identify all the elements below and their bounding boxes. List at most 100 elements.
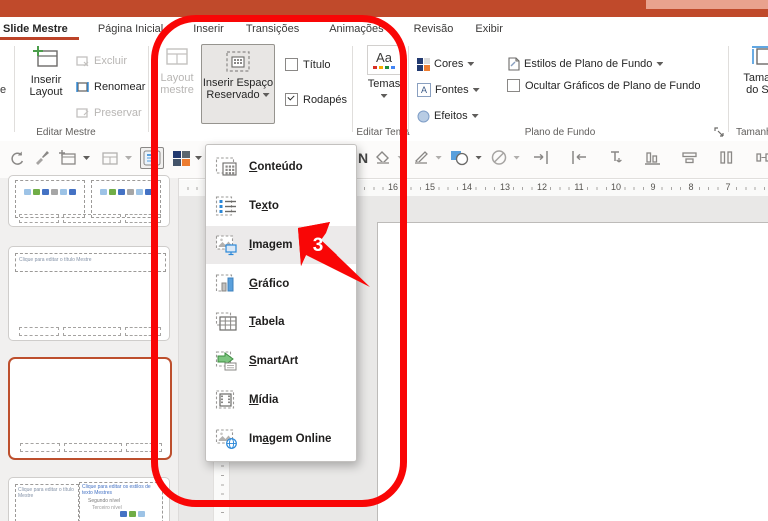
- efeitos-button[interactable]: Efeitos: [417, 105, 479, 127]
- line-color-icon[interactable]: [410, 148, 432, 168]
- temas-button[interactable]: Aa Temas: [362, 45, 406, 98]
- tamanho-slide-button[interactable]: Tamanho do Slide: [736, 45, 768, 96]
- shape-style-icon[interactable]: [448, 147, 472, 168]
- themes-aa-icon: Aa: [367, 45, 401, 75]
- inserir-espaco-reservado-button[interactable]: Inserir Espaço Reservado: [201, 44, 275, 124]
- rodapes-checkbox[interactable]: Rodapés: [285, 93, 347, 106]
- theme-swatch-icon[interactable]: [171, 149, 192, 168]
- menu-item-grafico[interactable]: Gráfico: [206, 264, 356, 303]
- table-placeholder-icon: [214, 310, 240, 334]
- group-label-plano-de-fundo: Plano de Fundo: [524, 127, 596, 138]
- tab-inserir[interactable]: Inserir: [182, 19, 235, 40]
- powerpoint-window: Slide Mestre Página Inicial Inserir Tran…: [0, 0, 768, 521]
- group-divider: [408, 46, 409, 132]
- format-painter-icon[interactable]: [31, 147, 53, 169]
- space-vertical-icon[interactable]: [715, 147, 738, 168]
- theme-effects-icon: [417, 110, 430, 123]
- thumbnail-blank-selected[interactable]: [8, 357, 172, 460]
- group-divider: [352, 46, 353, 132]
- chevron-down-icon: [656, 62, 664, 66]
- preserve-pin-icon: [76, 107, 90, 119]
- rename-icon: [76, 81, 90, 93]
- chevron-down-icon[interactable]: [397, 155, 405, 160]
- online-image-placeholder-icon: [214, 427, 240, 451]
- thumbnail-title-layout[interactable]: Clique para editar o título Mestre: [8, 246, 170, 341]
- fill-color-icon[interactable]: [372, 148, 394, 168]
- master-layout-icon: [163, 45, 191, 69]
- title-bar: [0, 0, 768, 17]
- titulo-checkbox[interactable]: Título: [285, 58, 331, 71]
- preservar-button: Preservar: [76, 102, 142, 124]
- chevron-down-icon: [471, 114, 479, 118]
- menu-item-tabela[interactable]: Tabela: [206, 303, 356, 342]
- content-placeholder-icon: [214, 155, 240, 179]
- checkbox-unchecked-icon: [285, 58, 298, 71]
- align-bottom-icon[interactable]: [641, 147, 664, 168]
- inserir-layout-button[interactable]: Inserir Layout: [20, 45, 72, 98]
- smartart-placeholder-icon: [214, 349, 240, 373]
- menu-item-imagem-online[interactable]: Imagem Online: [206, 419, 356, 458]
- menu-item-imagem[interactable]: Imagem: [206, 225, 356, 265]
- menu-item-texto[interactable]: Texto: [206, 187, 356, 226]
- chevron-down-icon[interactable]: [125, 156, 132, 160]
- ocultar-graficos-checkbox[interactable]: Ocultar Gráficos de Plano de Fundo: [507, 79, 700, 92]
- indent-decrease-icon[interactable]: [567, 147, 590, 168]
- view-mode-icon[interactable]: [140, 147, 164, 169]
- clipped-button-text: e: [0, 84, 7, 96]
- chevron-down-icon[interactable]: [435, 155, 443, 160]
- slide-canvas[interactable]: [377, 222, 768, 521]
- ribbon-tab-bar: Slide Mestre Página Inicial Inserir Tran…: [0, 17, 768, 42]
- background-styles-icon: [507, 57, 520, 71]
- tab-transicoes[interactable]: Transições: [235, 19, 310, 40]
- center-horizontal-icon[interactable]: [678, 147, 701, 168]
- titlebar-notch: [646, 0, 768, 9]
- cores-button[interactable]: Cores: [417, 53, 475, 75]
- tab-pagina-inicial[interactable]: Página Inicial: [87, 19, 174, 40]
- layout-mestre-button: Layout mestre: [154, 45, 200, 96]
- layout-icon[interactable]: [98, 147, 122, 169]
- delete-icon: [76, 55, 90, 67]
- tab-exibir[interactable]: Exibir: [464, 19, 514, 40]
- group-divider: [728, 46, 729, 132]
- tab-animacoes[interactable]: Animações: [318, 19, 394, 40]
- thumbnail-two-content[interactable]: Clique para editar o título Mestre Cliqu…: [8, 477, 170, 521]
- chevron-down-icon[interactable]: [513, 155, 521, 160]
- menu-item-conteudo[interactable]: Conteúdo: [206, 148, 356, 187]
- theme-fonts-icon: A: [417, 83, 431, 97]
- menu-item-smartart[interactable]: SmartArt: [206, 342, 356, 381]
- slide-size-icon: [751, 45, 768, 69]
- chevron-down-icon: [262, 93, 270, 97]
- checkbox-checked-icon: [285, 93, 298, 106]
- group-label-tamanho: Tamanho: [736, 127, 768, 138]
- chevron-down-icon: [472, 88, 480, 92]
- checkbox-unchecked-icon: [507, 79, 520, 92]
- tab-revisao[interactable]: Revisão: [403, 19, 465, 40]
- group-divider: [148, 46, 149, 132]
- media-placeholder-icon: [214, 388, 240, 412]
- new-slide-icon[interactable]: [56, 147, 80, 169]
- dialog-launcher-icon[interactable]: [714, 127, 724, 137]
- chart-placeholder-icon: [214, 272, 240, 296]
- thumbnail-layout-content[interactable]: [8, 175, 170, 227]
- chevron-down-icon: [380, 94, 388, 98]
- chevron-down-icon[interactable]: [83, 156, 90, 160]
- group-divider: [14, 46, 15, 132]
- excluir-button: Excluir: [76, 50, 127, 72]
- renomear-button[interactable]: Renomear: [76, 76, 145, 98]
- space-horizontal-icon[interactable]: [752, 147, 768, 168]
- quick-toolbar: N: [0, 141, 768, 179]
- chevron-down-icon[interactable]: [195, 156, 202, 160]
- menu-item-midia[interactable]: Mídia: [206, 381, 356, 420]
- undo-redo-icon[interactable]: [6, 147, 28, 169]
- text-direction-icon[interactable]: [604, 147, 627, 168]
- fontes-button[interactable]: A Fontes: [417, 79, 480, 101]
- insert-layout-icon: [31, 45, 61, 71]
- tab-slide-mestre[interactable]: Slide Mestre: [0, 19, 79, 40]
- transparency-icon[interactable]: [488, 147, 510, 168]
- text-placeholder-icon: [214, 194, 240, 218]
- indent-increase-icon[interactable]: [530, 147, 553, 168]
- chevron-down-icon[interactable]: [475, 155, 483, 160]
- slide-thumbnail-panel: Clique para editar o título Mestre Cliqu…: [0, 175, 179, 521]
- insert-placeholder-menu: Conteúdo Texto Imagem Gráfico Tabela Sma…: [205, 144, 357, 462]
- estilos-plano-fundo-button[interactable]: Estilos de Plano de Fundo: [507, 53, 664, 75]
